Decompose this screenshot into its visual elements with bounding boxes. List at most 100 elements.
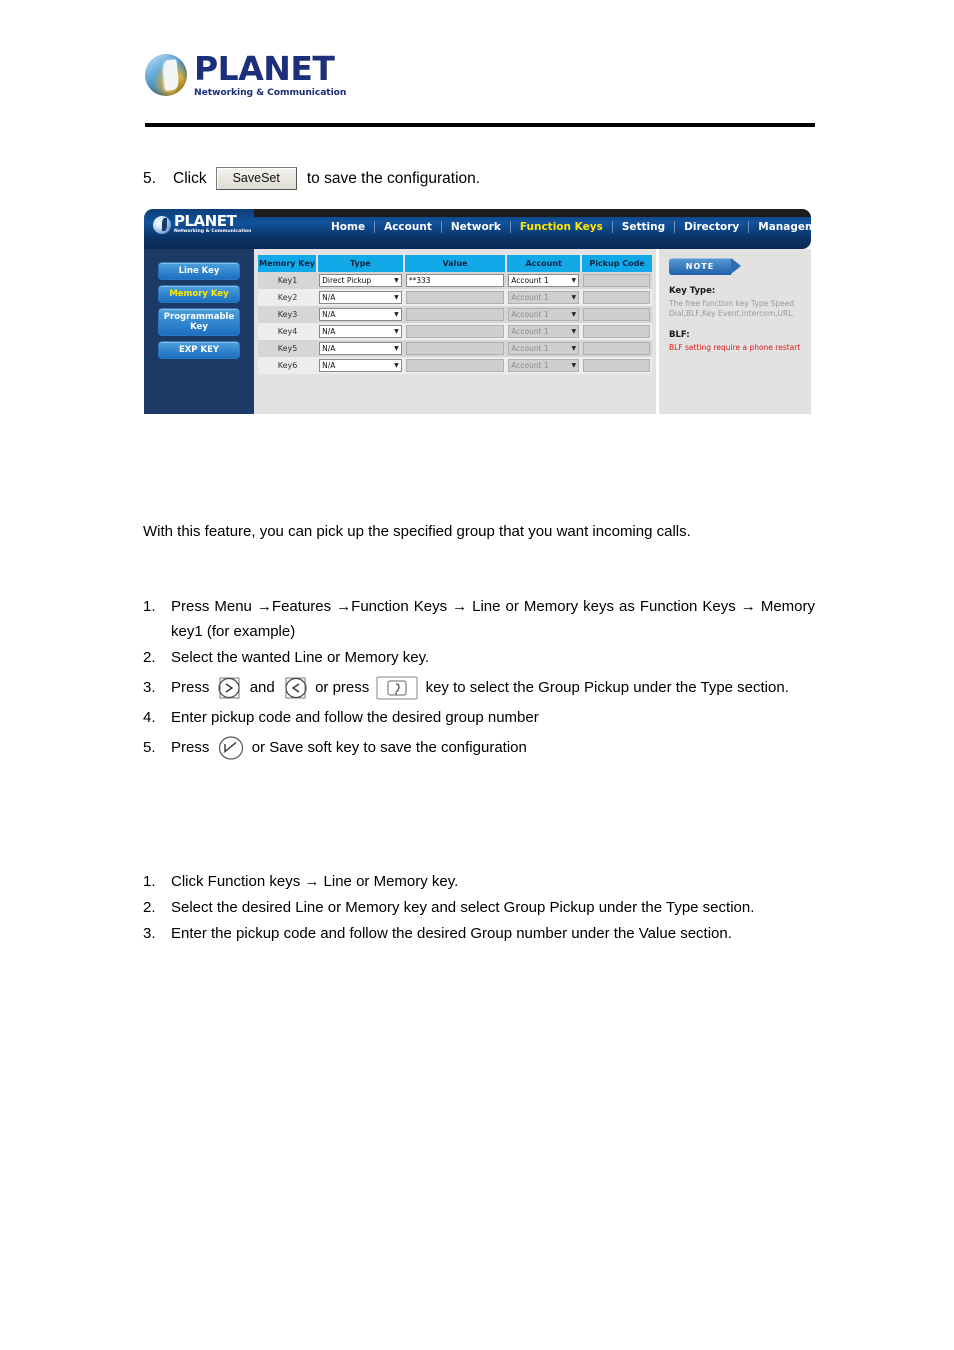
value-input-key1[interactable]: **333 xyxy=(405,274,505,287)
account-select-key4[interactable]: Account 1 ▼ xyxy=(508,325,580,338)
chevron-down-icon: ▼ xyxy=(394,345,399,352)
planet-logo-text: PLANET Networking & Communication xyxy=(194,49,346,98)
list-item: 2. Select the wanted Line or Memory key. xyxy=(143,645,815,670)
chevron-down-icon: ▼ xyxy=(571,362,577,369)
list-item: 5. Press or Save soft key to save the co… xyxy=(143,731,815,764)
list-item: 2. Select the desired Line or Memory key… xyxy=(143,895,815,920)
phone-steps-list: 1. Press Menu →Features →Function Keys →… xyxy=(143,594,815,765)
pickup-code-input-key4[interactable] xyxy=(583,325,650,338)
chevron-down-icon: ▼ xyxy=(571,311,577,318)
switch-key-icon[interactable] xyxy=(376,676,418,700)
note-blf-heading: BLF: xyxy=(669,330,690,340)
header-divider xyxy=(145,123,815,127)
list-item-text: Press or Save soft key to save the confi… xyxy=(171,731,815,764)
step5-tail-label: or Save soft key to save the configurati… xyxy=(251,739,527,756)
nav-right-key-icon[interactable] xyxy=(217,677,243,699)
note-badge: NOTE xyxy=(669,258,741,275)
row-label-key3: Key3 xyxy=(258,306,318,323)
list-item: 3. Press and or press key to select the … xyxy=(143,671,815,704)
chevron-down-icon: ▼ xyxy=(394,362,399,369)
column-header-account: Account xyxy=(506,255,583,272)
account-select-key6[interactable]: Account 1 ▼ xyxy=(508,359,580,372)
list-item-number: 1. xyxy=(143,598,156,615)
pickup-code-input-key2[interactable] xyxy=(583,291,650,304)
web-ui-globe-icon xyxy=(153,215,171,234)
pickup-code-input-key5[interactable] xyxy=(583,342,650,355)
value-input-key6[interactable] xyxy=(405,359,505,372)
table-row: Key1 Direct Pickup ▼ **333 Account 1 ▼ xyxy=(258,272,652,289)
list-item-text: Select the desired Line or Memory key an… xyxy=(171,899,755,916)
chevron-down-icon: ▼ xyxy=(571,328,577,335)
list-item-text: Enter pickup code and follow the desired… xyxy=(171,709,539,726)
web-ui-brand-name: PLANET xyxy=(174,212,237,230)
type-select-key3[interactable]: N/A ▼ xyxy=(319,308,402,321)
value-input-key3[interactable] xyxy=(405,308,505,321)
sidebar-item-line-key[interactable]: Line Key xyxy=(158,262,240,280)
table-row: Key5 N/A ▼ Account 1 ▼ xyxy=(258,340,652,357)
step3-tail-label: key to select the Group Pickup under the… xyxy=(425,679,789,696)
chevron-down-icon: ▼ xyxy=(571,277,577,284)
type-select-key2[interactable]: N/A ▼ xyxy=(319,291,402,304)
row-label-key4: Key4 xyxy=(258,323,318,340)
value-input-key2[interactable] xyxy=(405,291,505,304)
or-press-label: or press xyxy=(315,679,370,696)
account-select-key1[interactable]: Account 1 ▼ xyxy=(508,274,580,287)
nav-item-management[interactable]: Management xyxy=(749,221,811,233)
web-ui-screenshot: PLANET Networking & Communication Home A… xyxy=(144,209,811,414)
pickup-code-input-key3[interactable] xyxy=(583,308,650,321)
saveset-button[interactable]: SaveSet xyxy=(215,167,297,190)
nav-item-network[interactable]: Network xyxy=(442,221,510,233)
list-item: 4. Enter pickup code and follow the desi… xyxy=(143,705,815,730)
list-item: 1. Click Function keys → Line or Memory … xyxy=(143,869,815,894)
account-select-key2[interactable]: Account 1 ▼ xyxy=(508,291,580,304)
list-item-number: 2. xyxy=(143,649,156,666)
web-ui-main: Memory Key Type Value Account Pickup Cod… xyxy=(254,249,656,414)
account-select-key3[interactable]: Account 1 ▼ xyxy=(508,308,580,321)
pickup-code-input-key1[interactable] xyxy=(583,274,650,287)
web-ui-logo: PLANET Networking & Communication xyxy=(153,214,251,235)
chevron-down-icon: ▼ xyxy=(571,294,577,301)
saveset-tail-label: to save the configuration. xyxy=(306,169,481,187)
saveset-step-number: 5. xyxy=(143,169,156,187)
press-label: Press xyxy=(171,679,210,696)
sidebar-item-programmable-key[interactable]: Programmable Key xyxy=(158,308,240,336)
type-select-key6[interactable]: N/A ▼ xyxy=(319,359,402,372)
list-item-number: 4. xyxy=(143,709,156,726)
list-item-text: Enter the pickup code and follow the des… xyxy=(171,925,732,942)
web-ui-body: Line Key Memory Key Programmable Key EXP… xyxy=(144,249,811,414)
nav-item-account[interactable]: Account xyxy=(375,221,441,233)
planet-wordmark: PLANET xyxy=(194,49,335,88)
list-item-text: Press Menu →Features →Function Keys → Li… xyxy=(171,598,815,640)
column-header-value: Value xyxy=(403,255,508,272)
account-select-key5[interactable]: Account 1 ▼ xyxy=(508,342,580,355)
type-select-key4[interactable]: N/A ▼ xyxy=(319,325,402,338)
ok-check-key-icon[interactable] xyxy=(217,735,245,761)
nav-item-directory[interactable]: Directory xyxy=(675,221,748,233)
note-blf-text: BLF setting require a phone restart xyxy=(669,343,801,352)
nav-left-key-icon[interactable] xyxy=(282,677,308,699)
nav-item-setting[interactable]: Setting xyxy=(613,221,674,233)
nav-item-home[interactable]: Home xyxy=(322,221,374,233)
type-select-key5[interactable]: N/A ▼ xyxy=(319,342,402,355)
type-select-key1[interactable]: Direct Pickup ▼ xyxy=(319,274,402,287)
sidebar-item-exp-key[interactable]: EXP KEY xyxy=(158,341,240,359)
row-label-key1: Key1 xyxy=(258,272,318,289)
sidebar-item-memory-key[interactable]: Memory Key xyxy=(158,285,240,303)
memory-key-table: Memory Key Type Value Account Pickup Cod… xyxy=(258,255,652,374)
pickup-code-input-key6[interactable] xyxy=(583,359,650,372)
value-input-key4[interactable] xyxy=(405,325,505,338)
list-item: 1. Press Menu →Features →Function Keys →… xyxy=(143,594,815,644)
column-header-memory-key: Memory Key xyxy=(258,255,319,272)
list-item-text: Select the wanted Line or Memory key. xyxy=(171,649,430,666)
planet-logo: PLANET Networking & Communication xyxy=(145,52,815,112)
list-item-number: 5. xyxy=(143,739,156,756)
chevron-down-icon: ▼ xyxy=(394,328,399,335)
value-input-key5[interactable] xyxy=(405,342,505,355)
press-label: Press xyxy=(171,739,210,756)
nav-item-function-keys[interactable]: Function Keys xyxy=(511,221,612,233)
list-item-number: 1. xyxy=(143,873,156,890)
row-label-key6: Key6 xyxy=(258,357,318,374)
and-label: and xyxy=(249,679,275,696)
table-header-row: Memory Key Type Value Account Pickup Cod… xyxy=(258,255,652,272)
table-row: Key4 N/A ▼ Account 1 ▼ xyxy=(258,323,652,340)
